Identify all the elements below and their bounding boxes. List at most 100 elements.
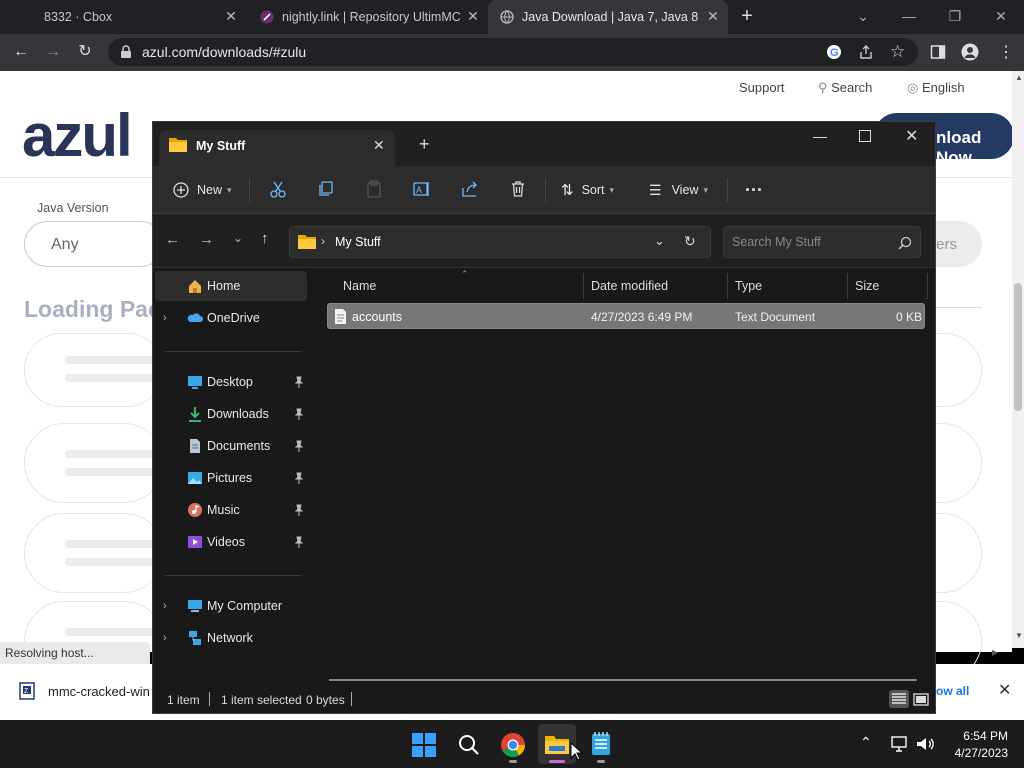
new-tab-button[interactable]: + (736, 6, 758, 28)
nav-item-videos[interactable]: Videos (153, 527, 311, 557)
more-options-icon[interactable]: ··· (745, 178, 763, 202)
column-separator[interactable] (847, 273, 848, 299)
table-row[interactable]: accounts 4/27/2023 6:49 PM Text Document… (327, 303, 925, 329)
search-icon[interactable] (457, 733, 481, 757)
minimize-button[interactable]: — (813, 128, 827, 144)
chevron-down-icon[interactable]: ⌄ (654, 233, 665, 249)
pin-icon[interactable] (293, 536, 305, 548)
pin-icon[interactable] (293, 440, 305, 452)
browser-tab-cbox[interactable]: 8332 · Cbox ✕ (0, 0, 246, 34)
file-explorer-icon[interactable] (544, 733, 570, 755)
nav-item-network[interactable]: › Network (153, 623, 311, 653)
notepad-icon[interactable] (590, 732, 612, 756)
divider (165, 351, 301, 352)
sort-button[interactable]: ⇅ Sort ▾ (561, 178, 614, 202)
restore-button[interactable]: ❐ (940, 4, 970, 28)
reload-icon[interactable]: ↻ (74, 41, 96, 63)
column-header-name[interactable]: Name (343, 279, 376, 301)
side-panel-icon[interactable] (930, 44, 946, 60)
scroll-down-arrow[interactable]: ▼ (1015, 631, 1023, 640)
chevron-up-icon[interactable]: ⌃ (860, 734, 872, 751)
forward-icon[interactable]: → (199, 231, 214, 248)
close-tab-icon[interactable]: ✕ (373, 137, 385, 154)
close-tab-icon[interactable]: ✕ (466, 9, 480, 23)
copy-icon[interactable] (317, 180, 335, 198)
explorer-tab[interactable]: My Stuff ✕ (159, 130, 395, 166)
browser-tab-java-download[interactable]: Java Download | Java 7, Java 8, Java ✕ (488, 0, 728, 34)
nav-item-home[interactable]: Home (155, 271, 307, 301)
profile-avatar[interactable] (961, 43, 979, 61)
tab-search-icon[interactable]: ⌄ (848, 4, 878, 28)
pin-icon[interactable] (293, 408, 305, 420)
maximize-button[interactable] (859, 130, 871, 142)
chevron-right-icon[interactable]: › (163, 312, 167, 324)
up-icon[interactable]: ↑ (261, 230, 269, 247)
rename-icon[interactable]: A (413, 180, 431, 198)
large-icons-view-icon[interactable] (913, 693, 929, 706)
paste-icon[interactable] (365, 180, 383, 198)
close-window-button[interactable]: ✕ (986, 4, 1016, 28)
nav-item-desktop[interactable]: Desktop (153, 367, 311, 397)
volume-icon[interactable] (915, 735, 935, 753)
download-item-filename[interactable]: mmc-cracked-win (48, 684, 150, 699)
chevron-right-icon[interactable]: › (163, 632, 167, 644)
close-button[interactable]: ✕ (905, 126, 918, 146)
scroll-up-arrow[interactable]: ▲ (1015, 73, 1023, 82)
chevron-right-icon[interactable]: › (163, 600, 167, 612)
language-link[interactable]: ◎ English (907, 80, 965, 96)
breadcrumb[interactable]: My Stuff (335, 235, 381, 249)
column-header-date[interactable]: Date modified (591, 279, 668, 301)
view-button[interactable]: ☰ View ▾ (649, 178, 708, 202)
chrome-icon[interactable] (500, 732, 526, 758)
refresh-icon[interactable]: ↻ (684, 233, 696, 250)
close-tab-icon[interactable]: ✕ (706, 9, 720, 23)
column-separator[interactable] (927, 273, 928, 299)
new-button[interactable]: New ▾ (173, 178, 232, 202)
scrollbar-thumb[interactable] (1014, 283, 1022, 411)
google-icon[interactable]: G (826, 44, 842, 60)
bookmark-star-icon[interactable]: ☆ (890, 42, 905, 62)
scroll-right-arrow[interactable]: ▶ (992, 648, 998, 657)
show-all-link[interactable]: ow all (936, 684, 969, 698)
minimize-button[interactable]: — (894, 4, 924, 28)
column-header-size[interactable]: Size (855, 279, 879, 301)
menu-kebab-icon[interactable]: ⋮ (998, 42, 1014, 62)
search-input[interactable]: Search My Stuff (723, 226, 921, 258)
clock-time[interactable]: 6:54 PM (952, 729, 1008, 743)
pin-icon[interactable] (293, 376, 305, 388)
back-icon[interactable]: ← (10, 41, 32, 63)
pin-icon[interactable] (293, 504, 305, 516)
forward-icon[interactable]: → (42, 41, 64, 63)
support-link[interactable]: Support (739, 80, 785, 95)
page-scrollbar[interactable]: ▲ ▼ (1012, 71, 1024, 648)
horizontal-scrollbar[interactable] (329, 679, 917, 681)
cut-icon[interactable] (269, 180, 287, 198)
new-tab-button[interactable]: + (419, 134, 430, 155)
share-icon[interactable] (461, 180, 479, 198)
network-icon[interactable] (890, 735, 910, 753)
column-separator[interactable] (583, 273, 584, 299)
details-view-button[interactable] (889, 690, 909, 708)
nav-item-my-computer[interactable]: › My Computer (153, 591, 311, 621)
pin-icon[interactable] (293, 472, 305, 484)
close-download-shelf-icon[interactable]: ✕ (998, 680, 1011, 700)
nav-item-onedrive[interactable]: › OneDrive (153, 303, 311, 333)
close-tab-icon[interactable]: ✕ (224, 9, 238, 23)
nav-item-music[interactable]: Music (153, 495, 311, 525)
column-separator[interactable] (727, 273, 728, 299)
recent-locations-icon[interactable]: ⌄ (233, 231, 243, 245)
nav-item-downloads[interactable]: Downloads (153, 399, 311, 429)
search-link[interactable]: ⚲ Search (818, 80, 872, 96)
clock-date[interactable]: 4/27/2023 (942, 746, 1008, 760)
nav-item-documents[interactable]: Documents (153, 431, 311, 461)
java-version-select[interactable]: Any (24, 221, 164, 267)
browser-tab-nightly[interactable]: nightly.link | Repository UltimMC ✕ (246, 0, 488, 34)
azul-logo[interactable]: azul (22, 101, 133, 170)
back-icon[interactable]: ← (165, 231, 180, 248)
share-icon[interactable] (858, 44, 874, 60)
nav-item-pictures[interactable]: Pictures (153, 463, 311, 493)
delete-icon[interactable] (509, 180, 527, 198)
explorer-address-bar[interactable]: › My Stuff ⌄ ↻ (289, 226, 711, 258)
windows-start-icon[interactable] (412, 733, 436, 757)
column-header-type[interactable]: Type (735, 279, 762, 301)
